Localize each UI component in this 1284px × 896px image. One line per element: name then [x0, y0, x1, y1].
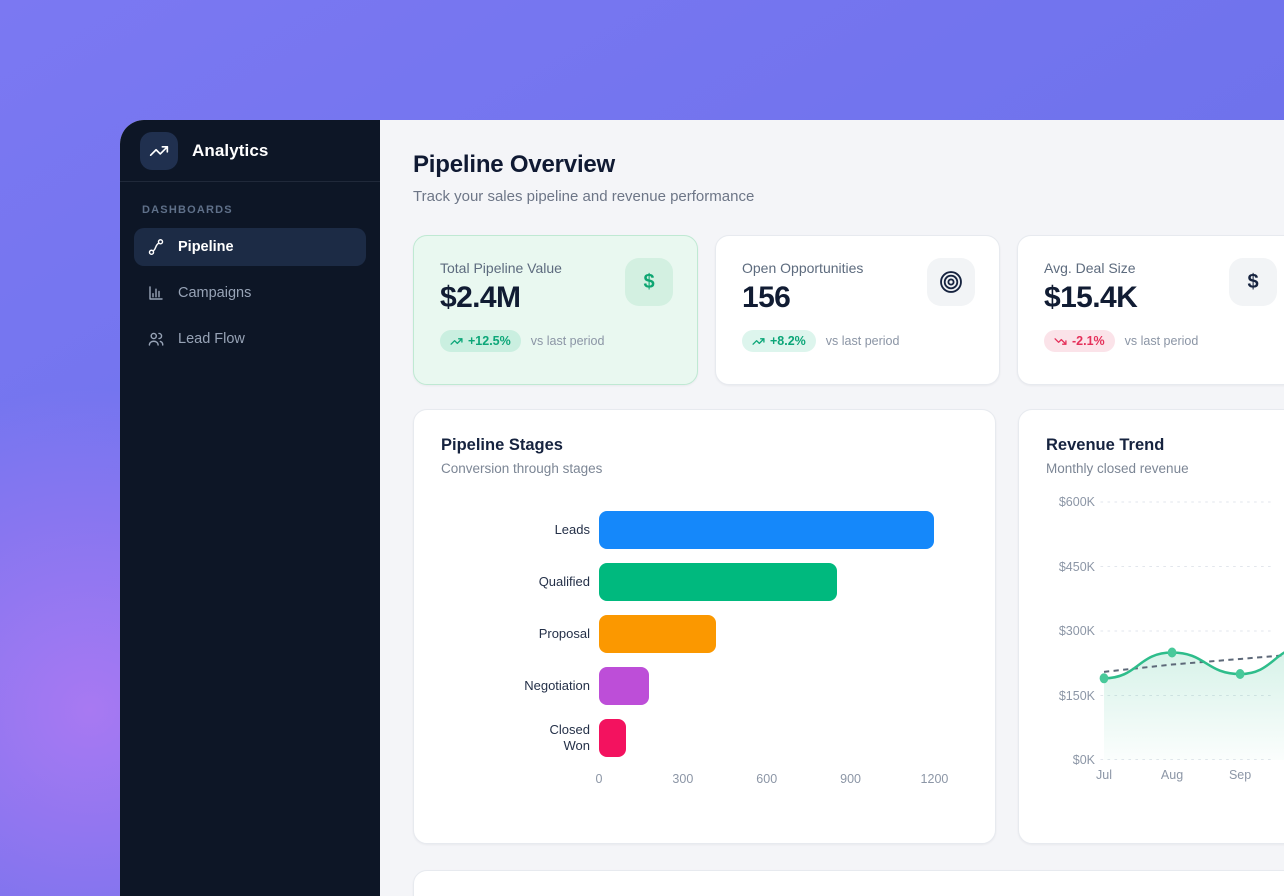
dollar-sign-icon: $: [1247, 271, 1258, 294]
users-icon: [147, 330, 165, 348]
x-tick-label: Aug: [1161, 768, 1183, 782]
data-point: [1100, 673, 1109, 683]
sidebar: Analytics DASHBOARDS Pipeline Campaigns: [120, 120, 380, 896]
chart-card-pipeline-stages: Pipeline Stages Conversion through stage…: [413, 409, 996, 844]
x-tick-label: 600: [756, 772, 777, 786]
route-icon: [147, 238, 165, 256]
chart-card-revenue-trend: Revenue Trend Monthly closed revenue $0K…: [1018, 409, 1284, 844]
bar-category-label: Qualified: [441, 574, 599, 590]
kpi-row: Total Pipeline Value $2.4M +12.5% vs las…: [413, 235, 1284, 385]
analytics-logo: [140, 132, 178, 170]
bar-row: Proposal: [441, 608, 968, 660]
bar-category-label: Leads: [441, 522, 599, 538]
data-point: [1168, 648, 1177, 658]
y-tick-label: $600K: [1059, 495, 1095, 509]
y-axis-labels: $0K$150K$300K$450K$600K: [1046, 502, 1104, 760]
bar-track: [599, 562, 968, 602]
kpi-card-avg-deal-size[interactable]: Avg. Deal Size $15.4K -2.1% vs last peri…: [1017, 235, 1284, 385]
charts-row: Pipeline Stages Conversion through stage…: [413, 409, 1284, 844]
app-window: Analytics DASHBOARDS Pipeline Campaigns: [120, 120, 1284, 896]
x-tick-label: Sep: [1229, 768, 1251, 782]
sidebar-item-label: Campaigns: [178, 285, 251, 301]
sidebar-item-label: Pipeline: [178, 239, 234, 255]
nav-section-label: DASHBOARDS: [134, 204, 366, 216]
bar-closed-won: [599, 719, 626, 757]
delta-badge: +8.2%: [742, 330, 816, 352]
bar-category-label: Negotiation: [441, 678, 599, 694]
bar-track: [599, 718, 968, 758]
kpi-card-open-opportunities[interactable]: Open Opportunities 156 +8.2% vs last per…: [715, 235, 1000, 385]
page-title: Pipeline Overview: [413, 151, 1284, 179]
sidebar-item-lead-flow[interactable]: Lead Flow: [134, 320, 366, 358]
y-tick-label: $150K: [1059, 689, 1095, 703]
chart-subtitle: Monthly closed revenue: [1046, 461, 1275, 476]
y-tick-label: $300K: [1059, 624, 1095, 638]
brand-name: Analytics: [192, 141, 269, 161]
sidebar-item-campaigns[interactable]: Campaigns: [134, 274, 366, 312]
line-chart-svg: [1104, 502, 1275, 760]
x-tick-label: 300: [672, 772, 693, 786]
trending-up-icon: [752, 335, 765, 348]
bar-negotiation: [599, 667, 649, 705]
kpi-icon-tile: $: [625, 258, 673, 306]
compare-label: vs last period: [826, 334, 900, 348]
bar-chart-icon: [147, 284, 165, 302]
y-tick-label: $450K: [1059, 560, 1095, 574]
delta-badge: +12.5%: [440, 330, 521, 352]
bar-track: [599, 614, 968, 654]
x-tick-label: 1200: [921, 772, 949, 786]
kpi-icon-tile: [927, 258, 975, 306]
data-point: [1236, 669, 1245, 679]
bar-category-label: Closed Won: [441, 722, 599, 755]
kpi-icon-tile: $: [1229, 258, 1277, 306]
main-content: Pipeline Overview Track your sales pipel…: [380, 120, 1284, 896]
line-chart-plot: JulAugSep: [1104, 502, 1275, 760]
bar-leads: [599, 511, 934, 549]
trending-up-icon: [149, 141, 169, 161]
bottom-card: [413, 870, 1284, 896]
compare-label: vs last period: [1125, 334, 1199, 348]
trending-up-icon: [450, 335, 463, 348]
trending-down-icon: [1054, 335, 1067, 348]
bar-category-label: Proposal: [441, 626, 599, 642]
y-tick-label: $0K: [1073, 753, 1095, 767]
pipeline-stages-bar-chart: Leads Qualified Proposal Negotiation Closed …: [441, 504, 968, 790]
chart-title: Revenue Trend: [1046, 436, 1275, 455]
sidebar-nav: DASHBOARDS Pipeline Campaigns: [120, 182, 380, 358]
page-subtitle: Track your sales pipeline and revenue pe…: [413, 188, 1284, 205]
x-tick-label: 900: [840, 772, 861, 786]
x-axis: 0 300 600 900 1200: [441, 772, 968, 790]
bar-row: Qualified: [441, 556, 968, 608]
bar-row: Negotiation: [441, 660, 968, 712]
bar-track: [599, 510, 968, 550]
bar-qualified: [599, 563, 837, 601]
brand: Analytics: [120, 120, 380, 182]
bar-proposal: [599, 615, 716, 653]
dollar-sign-icon: $: [643, 271, 654, 294]
bar-track: [599, 666, 968, 706]
chart-title: Pipeline Stages: [441, 436, 968, 455]
kpi-card-total-pipeline-value[interactable]: Total Pipeline Value $2.4M +12.5% vs las…: [413, 235, 698, 385]
sidebar-item-label: Lead Flow: [178, 331, 245, 347]
sidebar-item-pipeline[interactable]: Pipeline: [134, 228, 366, 266]
bar-row: Closed Won: [441, 712, 968, 764]
revenue-trend-line-chart: $0K$150K$300K$450K$600K JulAugSep: [1046, 502, 1275, 760]
compare-label: vs last period: [531, 334, 605, 348]
x-tick-label: 0: [596, 772, 603, 786]
chart-subtitle: Conversion through stages: [441, 461, 968, 476]
delta-badge: -2.1%: [1044, 330, 1115, 352]
bar-row: Leads: [441, 504, 968, 556]
target-icon: [938, 269, 964, 295]
x-tick-label: Jul: [1096, 768, 1112, 782]
